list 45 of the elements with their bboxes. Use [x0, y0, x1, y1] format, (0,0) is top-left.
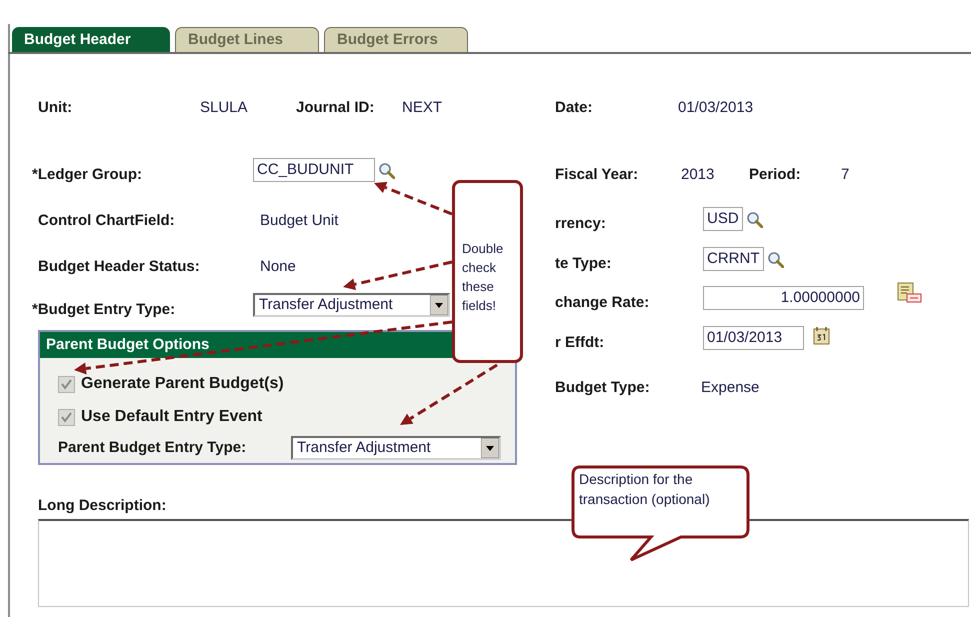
- tab[interactable]: Budget Errors: [324, 27, 468, 53]
- search-icon[interactable]: [746, 210, 763, 228]
- field-value: NEXT: [402, 98, 442, 118]
- field-value: Expense: [701, 378, 760, 398]
- callout-text: Double check these fields!: [462, 240, 504, 315]
- rate-field[interactable]: 1.00000000: [703, 286, 864, 310]
- field-value: SLULA: [200, 98, 249, 118]
- field-label: Budget Type:: [555, 378, 651, 398]
- field-label: Budget Header Status:: [38, 256, 201, 277]
- field-label: Control ChartField:: [38, 210, 176, 231]
- field-value: None: [259, 256, 296, 277]
- search-icon[interactable]: [378, 162, 395, 178]
- field-label: Parent Budget Entry Type:: [58, 438, 248, 458]
- field-label: change Rate:: [555, 292, 650, 313]
- field-label: *Ledger Group:: [32, 164, 144, 185]
- dropdown-arrow-icon[interactable]: [430, 295, 448, 315]
- field-label: *Budget Entry Type:: [32, 300, 176, 320]
- field-label: Unit:: [38, 98, 74, 118]
- field-label: Date:: [555, 98, 594, 118]
- dropdown[interactable]: Transfer Adjustment: [253, 293, 450, 317]
- field-label: Journal ID:: [296, 98, 376, 118]
- dropdown[interactable]: Transfer Adjustment: [291, 436, 501, 460]
- field-label: Fiscal Year:: [555, 164, 640, 185]
- search-icon[interactable]: [766, 250, 784, 268]
- tab[interactable]: Budget Lines: [175, 27, 319, 53]
- lookup-field[interactable]: CRRNT: [703, 247, 764, 271]
- field-label: Period:: [749, 164, 802, 185]
- field-value: 7: [841, 164, 850, 185]
- field-value: 01/03/2013: [678, 98, 754, 118]
- tab[interactable]: Budget Header: [12, 27, 170, 53]
- calendar-icon[interactable]: [813, 326, 830, 344]
- text-area[interactable]: [38, 519, 969, 607]
- field-label: rrency:: [555, 214, 607, 234]
- date-field[interactable]: 01/03/2013: [703, 326, 804, 350]
- field-value: 2013: [681, 164, 716, 185]
- field-label: Long Description:: [38, 496, 166, 516]
- checkbox-label: Use Default Entry Event: [81, 407, 262, 427]
- field-label: te Type:: [555, 254, 612, 274]
- checkbox-label: Generate Parent Budget(s): [81, 374, 284, 394]
- callout-text: Description for the transaction (optional): [579, 470, 711, 509]
- dropdown-arrow-icon[interactable]: [481, 438, 499, 458]
- field-value: Budget Unit: [259, 210, 338, 231]
- lookup-field[interactable]: CC_BUDUNIT: [253, 158, 375, 182]
- field-label: r Effdt:: [555, 332, 606, 353]
- lookup-field[interactable]: USD: [703, 207, 743, 231]
